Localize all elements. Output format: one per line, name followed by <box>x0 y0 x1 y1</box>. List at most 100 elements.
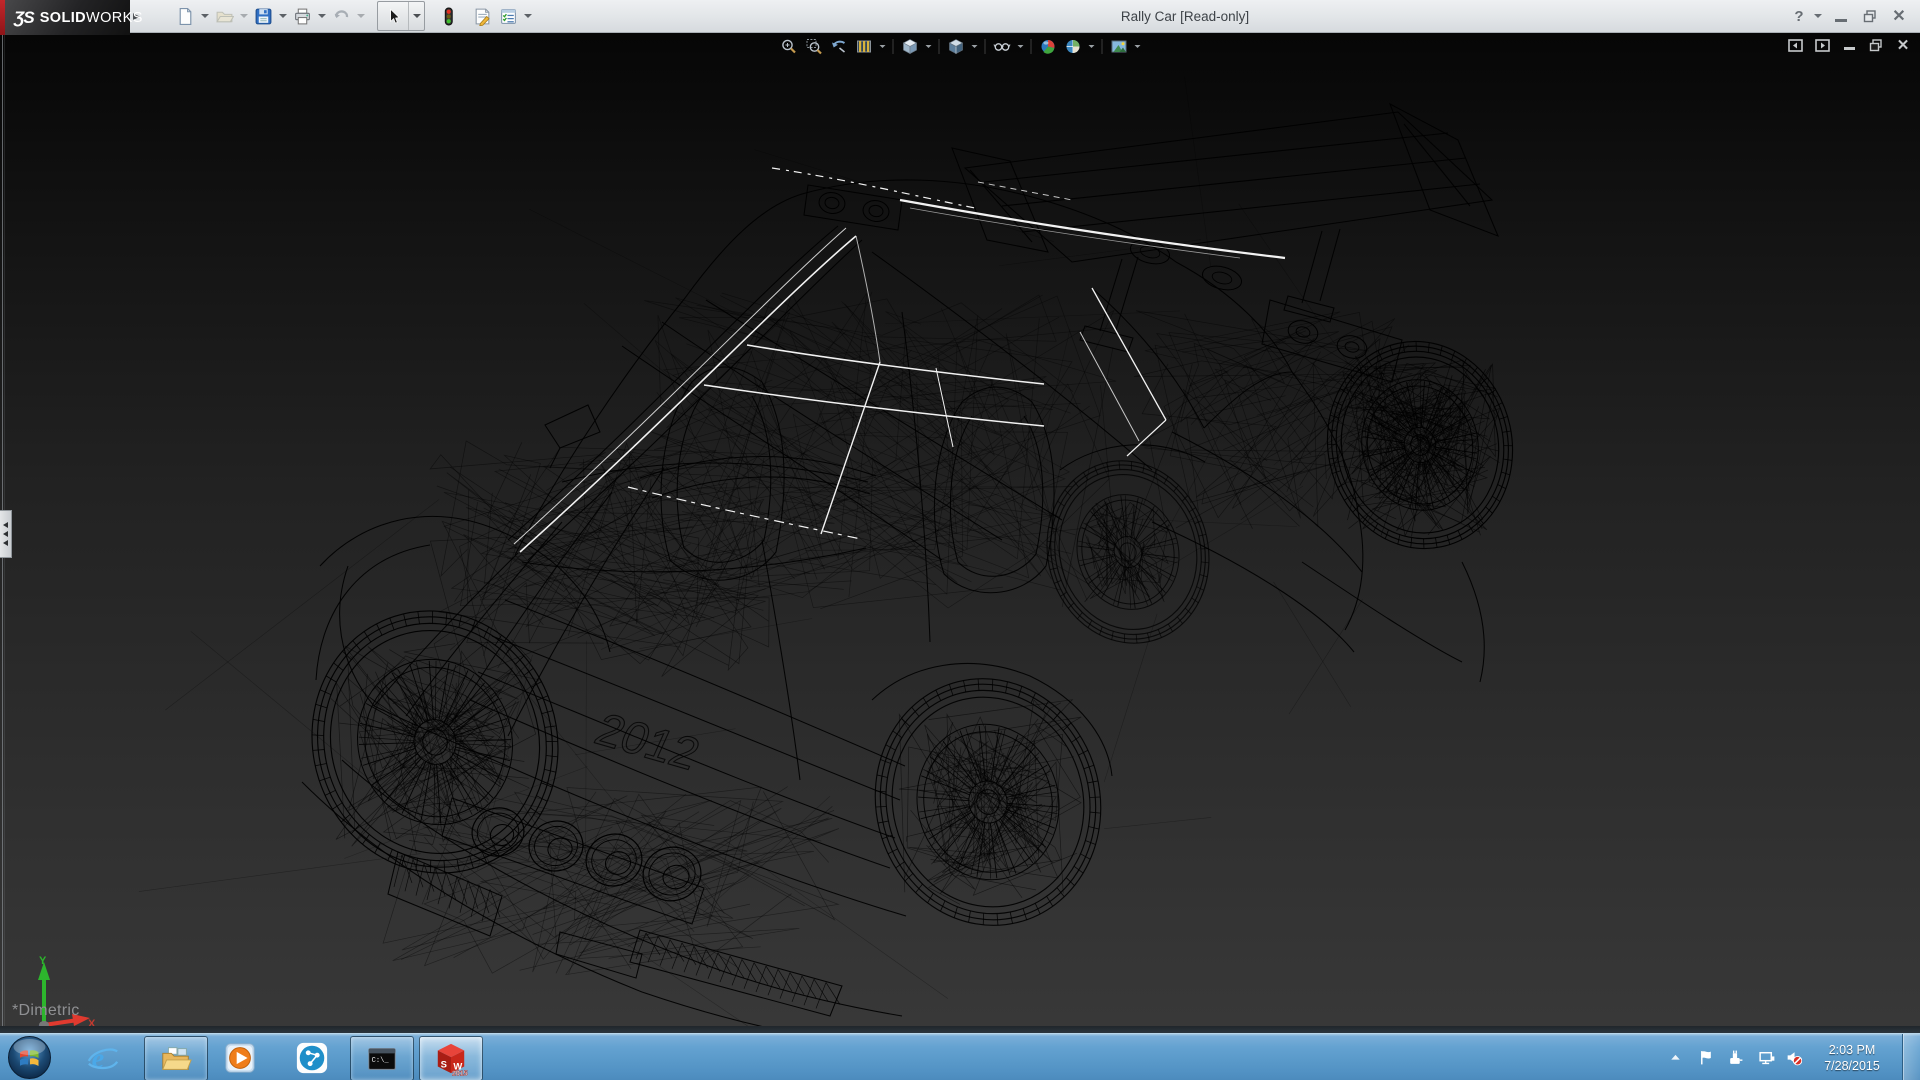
clock-time: 2:03 PM <box>1829 1042 1876 1058</box>
new-document-button[interactable] <box>172 3 198 29</box>
start-button[interactable] <box>7 1035 52 1080</box>
media-player-icon <box>223 1041 257 1075</box>
panel-left-toggle[interactable] <box>1786 37 1804 53</box>
cmd-icon-text: C:\_ <box>372 1056 390 1064</box>
undo-button[interactable] <box>328 3 354 29</box>
taskbar-share-app[interactable] <box>281 1036 343 1079</box>
separator <box>1102 39 1103 54</box>
window-bottom-frame <box>0 1026 1920 1033</box>
hide-show-items-button[interactable] <box>991 35 1013 57</box>
taskbar-internet-explorer[interactable]: e <box>72 1036 134 1079</box>
document-window-controls: ✕ <box>1786 37 1912 53</box>
volume-button[interactable] <box>1780 1034 1806 1080</box>
edit-appearance-button[interactable] <box>1037 35 1059 57</box>
feature-panel-collapse-handle[interactable] <box>0 510 12 558</box>
windows-taskbar: e <box>0 1033 1920 1080</box>
taskbar-solidworks[interactable]: S W 2015 <box>419 1036 483 1080</box>
print-icon <box>293 7 312 26</box>
view-settings-dropdown[interactable] <box>1133 35 1143 57</box>
file-properties-icon <box>473 7 492 26</box>
document-minimize-button[interactable] <box>1840 37 1858 53</box>
sw-icon-year: 2015 <box>452 1069 468 1075</box>
panel-right-toggle-icon <box>1815 39 1830 52</box>
power-plug-icon <box>1727 1049 1744 1066</box>
print-dropdown[interactable] <box>315 3 328 29</box>
help-button[interactable]: ? <box>1792 5 1806 27</box>
view-settings-button[interactable] <box>1108 35 1130 57</box>
graphics-viewport[interactable]: 2012 <box>0 32 1920 1026</box>
taskbar-clock[interactable]: 2:03 PM 7/28/2015 <box>1806 1034 1898 1080</box>
display-style-dropdown[interactable] <box>970 35 980 57</box>
zoom-to-fit-icon <box>780 38 797 55</box>
apply-scene-button[interactable] <box>1062 35 1084 57</box>
minimize-button[interactable] <box>1830 5 1852 27</box>
show-desktop-button[interactable] <box>1902 1034 1920 1080</box>
separator <box>1031 39 1032 54</box>
brand-name: SOLIDWORKS <box>40 10 143 26</box>
print-button[interactable] <box>289 3 315 29</box>
display-style-cube-icon <box>947 38 964 55</box>
share-app-icon <box>295 1041 329 1075</box>
options-button[interactable] <box>495 3 521 29</box>
open-button[interactable] <box>211 3 237 29</box>
svg-text:e: e <box>92 1043 105 1074</box>
show-hidden-icons-button[interactable] <box>1662 1034 1688 1080</box>
taskbar-command-prompt[interactable]: C:\_ <box>350 1036 414 1080</box>
select-tool-button[interactable] <box>378 2 408 30</box>
action-center-button[interactable] <box>1692 1034 1718 1080</box>
clock-date: 7/28/2015 <box>1824 1058 1880 1074</box>
restore-button[interactable] <box>1859 5 1881 27</box>
view-settings-icon <box>1110 38 1127 55</box>
solidworks-icon: S W 2015 <box>434 1042 468 1076</box>
help-dropdown[interactable] <box>1813 5 1823 27</box>
taskbar-media-player[interactable] <box>209 1036 271 1079</box>
hide-show-items-dropdown[interactable] <box>1016 35 1026 57</box>
logo-red-strip <box>0 0 5 35</box>
close-button[interactable]: ✕ <box>1888 5 1910 27</box>
section-view-button[interactable] <box>853 35 875 57</box>
open-folder-icon <box>215 7 234 26</box>
zoom-to-area-button[interactable] <box>803 35 825 57</box>
open-dropdown[interactable] <box>237 3 250 29</box>
view-orientation-dropdown[interactable] <box>924 35 934 57</box>
undo-dropdown[interactable] <box>354 3 367 29</box>
apply-scene-icon <box>1064 38 1081 55</box>
select-arrow-icon <box>385 8 402 25</box>
flag-icon <box>1697 1049 1714 1066</box>
rebuild-button[interactable] <box>435 3 461 29</box>
document-restore-button[interactable] <box>1867 37 1885 53</box>
svg-text:S: S <box>441 1059 447 1070</box>
apply-scene-dropdown[interactable] <box>1087 35 1097 57</box>
triad-y-label: Y <box>39 955 47 967</box>
zoom-to-fit-button[interactable] <box>778 35 800 57</box>
view-orientation-button[interactable] <box>899 35 921 57</box>
view-orientation-cube-icon <box>901 38 918 55</box>
command-prompt-icon: C:\_ <box>365 1042 399 1076</box>
display-style-button[interactable] <box>945 35 967 57</box>
wireframe-car-canvas[interactable]: 2012 <box>0 32 1920 1026</box>
windows-explorer-icon <box>159 1042 193 1076</box>
traffic-light-icon <box>439 7 458 26</box>
previous-view-icon <box>830 38 847 55</box>
start-orb-icon <box>7 1035 52 1080</box>
options-list-icon <box>499 7 518 26</box>
save-floppy-icon <box>254 7 273 26</box>
options-dropdown[interactable] <box>521 3 534 29</box>
select-tool-dropdown[interactable] <box>408 2 424 30</box>
panel-left-toggle-icon <box>1788 39 1803 52</box>
power-options-button[interactable] <box>1722 1034 1748 1080</box>
document-restore-icon <box>1869 39 1883 52</box>
file-properties-button[interactable] <box>469 3 495 29</box>
save-dropdown[interactable] <box>276 3 289 29</box>
separator <box>939 39 940 54</box>
taskbar-windows-explorer[interactable] <box>144 1036 208 1080</box>
panel-right-toggle[interactable] <box>1813 37 1831 53</box>
solidworks-logo: ƷS SOLIDWORKS <box>0 0 130 35</box>
network-status-button[interactable] <box>1753 1034 1779 1080</box>
save-button[interactable] <box>250 3 276 29</box>
document-close-button[interactable]: ✕ <box>1894 37 1912 53</box>
desktop-screen: Rally Car [Read-only] <box>0 0 1920 1080</box>
previous-view-button[interactable] <box>828 35 850 57</box>
section-view-dropdown[interactable] <box>878 35 888 57</box>
new-document-dropdown[interactable] <box>198 3 211 29</box>
